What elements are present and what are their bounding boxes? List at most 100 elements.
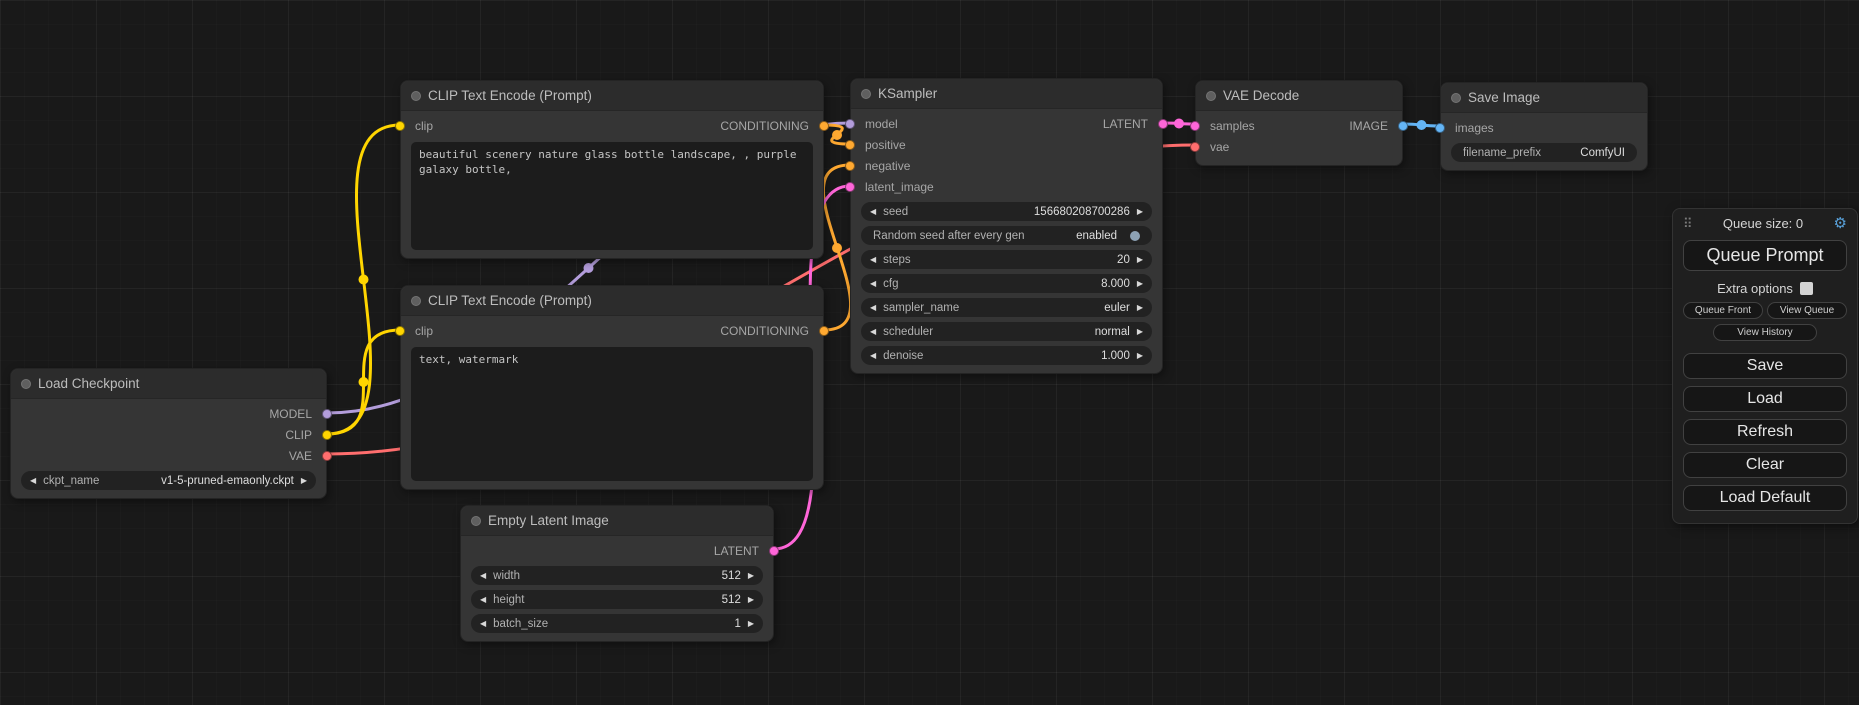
node-ksampler[interactable]: KSampler model LATENT positive negative …	[850, 78, 1163, 374]
batch-size-widget[interactable]: ◀ batch_size 1 ▶	[471, 614, 763, 633]
increment-icon[interactable]: ▶	[748, 572, 754, 580]
port-row: samples IMAGE	[1196, 115, 1402, 136]
seed-widget[interactable]: ◀ seed 156680208700286 ▶	[861, 202, 1152, 221]
node-clip-text-encode-positive[interactable]: CLIP Text Encode (Prompt) clip CONDITION…	[400, 80, 824, 259]
clip-input-port[interactable]	[395, 121, 405, 131]
conditioning-output-port[interactable]	[819, 121, 829, 131]
sampler-name-widget[interactable]: ◀ sampler_name euler ▶	[861, 298, 1152, 317]
increment-icon[interactable]: ▶	[1137, 328, 1143, 336]
decrement-icon[interactable]: ◀	[480, 620, 486, 628]
load-default-button[interactable]: Load Default	[1683, 485, 1847, 511]
positive-prompt-textarea[interactable]: beautiful scenery nature glass bottle la…	[411, 142, 813, 250]
view-queue-button[interactable]: View Queue	[1767, 302, 1847, 319]
denoise-widget[interactable]: ◀ denoise 1.000 ▶	[861, 346, 1152, 365]
clip-output-port[interactable]	[322, 430, 332, 440]
model-output-port[interactable]	[322, 409, 332, 419]
vae-output-label: VAE	[289, 449, 312, 463]
node-status-dot[interactable]	[471, 516, 481, 526]
cfg-widget[interactable]: ◀ cfg 8.000 ▶	[861, 274, 1152, 293]
steps-widget[interactable]: ◀ steps 20 ▶	[861, 250, 1152, 269]
vae-input-port[interactable]	[1190, 142, 1200, 152]
node-status-dot[interactable]	[21, 379, 31, 389]
widget-value: 1	[734, 618, 740, 630]
latent-image-input-port[interactable]	[845, 182, 855, 192]
decrement-icon[interactable]: ◀	[870, 328, 876, 336]
decrement-icon[interactable]: ◀	[870, 304, 876, 312]
node-graph-canvas[interactable]: Load Checkpoint MODEL CLIP VAE ◀ ckpt_na…	[0, 0, 1859, 705]
increment-icon[interactable]: ▶	[1137, 208, 1143, 216]
positive-input-port[interactable]	[845, 140, 855, 150]
save-button[interactable]: Save	[1683, 353, 1847, 379]
ckpt-name-widget[interactable]: ◀ ckpt_name v1-5-pruned-emaonly.ckpt ▶	[21, 471, 316, 490]
node-status-dot[interactable]	[1206, 91, 1216, 101]
increment-icon[interactable]: ▶	[301, 477, 307, 485]
image-output-port[interactable]	[1398, 121, 1408, 131]
negative-prompt-textarea[interactable]: text, watermark	[411, 347, 813, 481]
model-input-label: model	[865, 117, 898, 131]
widget-name: cfg	[883, 278, 898, 290]
node-vae-decode[interactable]: VAE Decode samples IMAGE vae	[1195, 80, 1403, 166]
increment-icon[interactable]: ▶	[1137, 256, 1143, 264]
extra-options-label: Extra options	[1717, 281, 1793, 296]
port-row: model LATENT	[851, 113, 1162, 134]
settings-gear-icon[interactable]: ⚙	[1834, 216, 1847, 231]
toggle-indicator-icon[interactable]	[1130, 231, 1140, 241]
node-titlebar[interactable]: VAE Decode	[1196, 81, 1402, 111]
node-titlebar[interactable]: KSampler	[851, 79, 1162, 109]
decrement-icon[interactable]: ◀	[870, 352, 876, 360]
increment-icon[interactable]: ▶	[1137, 352, 1143, 360]
node-status-dot[interactable]	[411, 91, 421, 101]
clear-button[interactable]: Clear	[1683, 452, 1847, 478]
queue-prompt-button[interactable]: Queue Prompt	[1683, 240, 1847, 271]
decrement-icon[interactable]: ◀	[480, 572, 486, 580]
decrement-icon[interactable]: ◀	[30, 477, 36, 485]
node-status-dot[interactable]	[411, 296, 421, 306]
width-widget[interactable]: ◀ width 512 ▶	[471, 566, 763, 585]
clip-input-port[interactable]	[395, 326, 405, 336]
decrement-icon[interactable]: ◀	[870, 208, 876, 216]
node-titlebar[interactable]: CLIP Text Encode (Prompt)	[401, 81, 823, 111]
queue-front-button[interactable]: Queue Front	[1683, 302, 1763, 319]
node-title: CLIP Text Encode (Prompt)	[428, 293, 592, 308]
latent-output-port[interactable]	[1158, 119, 1168, 129]
extra-options-checkbox[interactable]	[1800, 282, 1813, 295]
node-titlebar[interactable]: Save Image	[1441, 83, 1647, 113]
vae-output-port[interactable]	[322, 451, 332, 461]
node-titlebar[interactable]: Load Checkpoint	[11, 369, 326, 399]
node-status-dot[interactable]	[861, 89, 871, 99]
increment-icon[interactable]: ▶	[1137, 280, 1143, 288]
random-seed-toggle[interactable]: Random seed after every gen enabled	[861, 226, 1152, 245]
link-image-dot	[1417, 120, 1427, 130]
node-status-dot[interactable]	[1451, 93, 1461, 103]
view-history-button[interactable]: View History	[1713, 324, 1817, 341]
decrement-icon[interactable]: ◀	[870, 280, 876, 288]
images-input-label: images	[1455, 121, 1494, 135]
drag-handle-icon[interactable]: ⠿	[1683, 217, 1693, 230]
increment-icon[interactable]: ▶	[748, 596, 754, 604]
node-load-checkpoint[interactable]: Load Checkpoint MODEL CLIP VAE ◀ ckpt_na…	[10, 368, 327, 499]
model-input-port[interactable]	[845, 119, 855, 129]
increment-icon[interactable]: ▶	[1137, 304, 1143, 312]
widget-name: ckpt_name	[43, 475, 99, 487]
latent-output-port[interactable]	[769, 546, 779, 556]
node-empty-latent-image[interactable]: Empty Latent Image LATENT ◀ width 512 ▶ …	[460, 505, 774, 642]
widget-value: normal	[1095, 326, 1130, 338]
scheduler-widget[interactable]: ◀ scheduler normal ▶	[861, 322, 1152, 341]
conditioning-output-port[interactable]	[819, 326, 829, 336]
node-save-image[interactable]: Save Image images filename_prefix ComfyU…	[1440, 82, 1648, 171]
samples-input-port[interactable]	[1190, 121, 1200, 131]
node-clip-text-encode-negative[interactable]: CLIP Text Encode (Prompt) clip CONDITION…	[400, 285, 824, 490]
negative-input-port[interactable]	[845, 161, 855, 171]
load-button[interactable]: Load	[1683, 386, 1847, 412]
increment-icon[interactable]: ▶	[748, 620, 754, 628]
latent-image-input-label: latent_image	[865, 180, 934, 194]
height-widget[interactable]: ◀ height 512 ▶	[471, 590, 763, 609]
filename-prefix-widget[interactable]: filename_prefix ComfyUI	[1451, 143, 1637, 162]
decrement-icon[interactable]: ◀	[870, 256, 876, 264]
refresh-button[interactable]: Refresh	[1683, 419, 1847, 445]
decrement-icon[interactable]: ◀	[480, 596, 486, 604]
widget-value: ComfyUI	[1580, 147, 1625, 159]
node-titlebar[interactable]: CLIP Text Encode (Prompt)	[401, 286, 823, 316]
images-input-port[interactable]	[1435, 123, 1445, 133]
node-titlebar[interactable]: Empty Latent Image	[461, 506, 773, 536]
